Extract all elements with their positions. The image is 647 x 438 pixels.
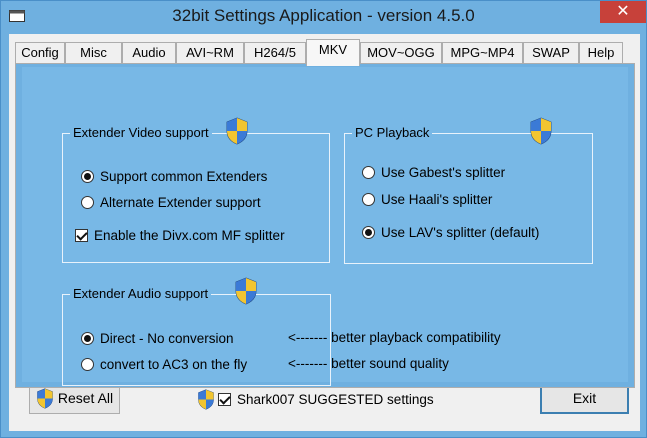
pc-playback-title: PC Playback [352,125,433,140]
option-label: Use Haali's splitter [381,191,493,207]
tab-h264[interactable]: H264/5 [244,42,306,64]
tab-misc[interactable]: Misc [65,42,122,64]
window-title: 32bit Settings Application - version 4.5… [172,6,475,25]
mkv-panel-body: Extender Video support Support common Ex… [22,67,628,386]
pc-playback-group: PC Playback Use Gabest's splitter Use Ha… [344,117,593,264]
option-label: Use LAV's splitter (default) [381,224,540,240]
tab-audio[interactable]: Audio [122,42,176,64]
uac-shield-icon [198,388,214,410]
tab-avi-rm[interactable]: AVI~RM [176,42,244,64]
radio-button[interactable] [81,195,94,209]
tab-config[interactable]: Config [15,42,65,64]
tab-swap[interactable]: SWAP [523,42,579,64]
radio-button[interactable] [362,165,375,179]
checkbox[interactable] [218,392,231,406]
uac-shield-icon [530,117,552,145]
radio-support-common-extenders[interactable]: Support common Extenders [81,167,267,185]
checkbox-divx-mf-splitter[interactable]: Enable the Divx.com MF splitter [75,226,285,244]
client-area: Config Misc Audio AVI~RM H264/5 MKV MOV~… [9,34,640,431]
option-label: Direct - No conversion [100,330,234,346]
radio-direct-no-conversion[interactable]: Direct - No conversion [81,329,234,347]
radio-haali-splitter[interactable]: Use Haali's splitter [362,190,492,208]
checkbox-suggested-settings[interactable]: Shark007 SUGGESTED settings [197,388,434,410]
option-label: convert to AC3 on the fly [100,356,248,372]
tab-mov-ogg[interactable]: MOV~OGG [360,42,442,64]
audio-support-title: Extender Audio support [70,286,212,301]
video-support-title: Extender Video support [70,125,212,140]
title-bar: 32bit Settings Application - version 4.5… [1,1,646,33]
radio-button[interactable] [81,169,94,183]
option-label: Use Gabest's splitter [381,164,506,180]
tab-mpg-mp4[interactable]: MPG~MP4 [442,42,523,64]
uac-shield-icon [235,277,257,305]
app-window: 32bit Settings Application - version 4.5… [0,0,647,438]
option-label: Support common Extenders [100,168,268,184]
close-button[interactable]: ✕ [600,1,646,23]
radio-button[interactable] [81,357,94,371]
note-playback-compatibility: <------- better playback compatibility [288,330,501,345]
radio-button[interactable] [81,331,94,345]
uac-shield-icon [37,387,53,409]
uac-shield-icon [226,117,248,145]
radio-alternate-extender-support[interactable]: Alternate Extender support [81,193,261,211]
video-support-group: Extender Video support Support common Ex… [62,117,330,263]
tab-help[interactable]: Help [579,42,623,64]
radio-lav-splitter[interactable]: Use LAV's splitter (default) [362,223,539,241]
radio-gabest-splitter[interactable]: Use Gabest's splitter [362,163,505,181]
tab-mkv[interactable]: MKV [306,39,360,66]
mkv-tab-panel: Extender Video support Support common Ex… [15,63,635,388]
radio-button[interactable] [362,192,375,206]
radio-button[interactable] [362,225,375,239]
checkbox-label: Enable the Divx.com MF splitter [94,227,285,243]
checkbox[interactable] [75,228,88,242]
option-label: Alternate Extender support [100,194,261,210]
tab-strip: Config Misc Audio AVI~RM H264/5 MKV MOV~… [15,39,635,66]
note-sound-quality: <------- better sound quality [288,356,449,371]
reset-all-label: Reset All [57,390,114,406]
exit-label: Exit [572,389,597,406]
checkbox-label: Shark007 SUGGESTED settings [237,391,434,407]
radio-convert-ac3[interactable]: convert to AC3 on the fly [81,355,247,373]
